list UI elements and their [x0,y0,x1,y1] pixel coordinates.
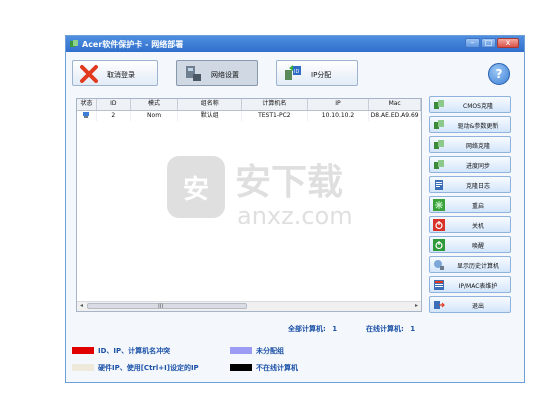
shutdown-label: 关机 [471,223,484,230]
show-history-label: 显示历史计算机 [456,263,499,270]
progress-sync-button[interactable]: 进度同步 [429,156,511,173]
clone-icon [434,120,444,129]
table-row[interactable]: 2 Nom 默认组 TEST1-PC2 10.10.10.2 D8.AE.ED.… [77,111,421,121]
row-status-cell [77,111,97,121]
cancel-login-button[interactable]: 取消登录 [72,60,158,86]
col-status[interactable]: 状态 [77,99,97,110]
cmos-clone-button[interactable]: CMOS克隆 [429,96,511,113]
total-computers-label: 全部计算机: [288,325,326,333]
offline-swatch [230,364,252,371]
online-computers-value: 1 [410,325,416,333]
row-ip-cell: 10.10.10.2 [308,111,370,121]
network-settings-label: 网络设置 [211,71,239,79]
wake-power-icon [433,239,445,251]
history-computer-icon [434,260,444,270]
table-maintenance-icon [434,280,444,290]
horizontal-scrollbar[interactable]: ◂ III ▸ [77,301,421,311]
exit-button[interactable]: 退出 [429,296,511,313]
network-clone-button[interactable]: 网络克隆 [429,136,511,153]
cancel-login-label: 取消登录 [107,71,135,79]
col-ip[interactable]: IP [308,99,370,110]
total-computers-value: 1 [332,325,338,333]
col-mac[interactable]: Mac [369,99,421,110]
clone-log-button[interactable]: 克隆日志 [429,176,511,193]
window-title: Acer软件保护卡 - 网络部署 [82,40,184,49]
row-mode-cell: Nom [131,111,179,121]
legend-offline: 不在线计算机 [230,363,350,373]
help-icon[interactable]: ? [488,63,510,85]
row-mac-cell: D8.AE.ED.A9.69 [369,111,421,121]
col-computer-name[interactable]: 计算机名 [242,99,308,110]
online-computers-label: 在线计算机: [366,325,404,333]
driver-update-label: 驱动&参数更新 [457,123,499,130]
ip-assign-label: IP分配 [311,71,332,79]
unassigned-swatch [230,347,252,354]
red-x-icon [80,65,98,83]
title-bar[interactable]: Acer软件保护卡 - 网络部署 – □ x [66,36,524,52]
minimize-button[interactable]: – [465,38,480,48]
cmos-clone-label: CMOS克隆 [463,103,493,110]
clone-icon [434,140,444,149]
restart-button[interactable]: 重启 [429,196,511,213]
svg-text:安: 安 [183,175,209,205]
show-history-button[interactable]: 显示历史计算机 [429,256,511,273]
col-group[interactable]: 组名称 [178,99,243,110]
power-icon [433,219,445,231]
maximize-button[interactable]: □ [481,38,496,48]
conflict-label: ID、IP、计算机名冲突 [98,347,171,355]
offline-label: 不在线计算机 [256,364,298,372]
log-icon [435,180,443,190]
restart-label: 重启 [471,203,484,210]
ip-mac-table-label: IP/MAC表维护 [458,283,498,290]
hardware-ip-swatch [72,364,94,371]
exit-label: 退出 [471,303,484,310]
table-header: 状态 ID 模式 组名称 计算机名 IP Mac [77,99,421,111]
conflict-swatch [72,347,94,354]
scrollbar-thumb[interactable]: III [87,303,247,310]
clone-icon [434,100,444,109]
scroll-left-arrow-icon[interactable]: ◂ [77,302,86,310]
watermark-subtext: anxz.com [237,202,353,230]
driver-update-button[interactable]: 驱动&参数更新 [429,116,511,133]
exit-icon [434,301,445,309]
shutdown-button[interactable]: 关机 [429,216,511,233]
wake-button[interactable]: 唤醒 [429,236,511,253]
col-mode[interactable]: 模式 [131,99,179,110]
restart-icon [433,199,445,211]
network-settings-button[interactable]: 网络设置 [176,60,258,86]
online-computers-stat: 在线计算机: 1 [366,324,415,334]
legend-unassigned: 未分配组 [230,346,350,356]
close-button[interactable]: x [497,38,519,48]
wake-label: 唤醒 [471,243,484,250]
row-name-cell: TEST1-PC2 [242,111,308,121]
watermark-text: 安下载 [235,162,343,203]
col-id[interactable]: ID [97,99,131,110]
total-computers-stat: 全部计算机: 1 [288,324,337,334]
network-clone-label: 网络克隆 [465,143,490,150]
toolbar: 取消登录 网络设置 ID IP分配 ? [66,52,524,98]
network-computer-icon [186,66,201,81]
ip-assign-icon: ID [285,65,301,80]
row-id-cell: 2 [97,111,131,121]
row-group-cell: 默认组 [178,111,243,121]
svg-text:ID: ID [294,69,299,75]
ip-assign-button[interactable]: ID IP分配 [276,60,358,86]
progress-sync-label: 进度同步 [465,163,490,170]
scroll-right-arrow-icon[interactable]: ▸ [412,302,421,310]
clone-log-label: 克隆日志 [465,183,490,190]
app-icon [70,40,78,47]
computer-status-icon [83,112,90,118]
watermark: 安 安下载 anxz.com [167,156,353,230]
ip-mac-table-button[interactable]: IP/MAC表维护 [429,276,511,293]
hardware-ip-label: 硬件IP、使用[Ctrl+I]设定的IP [98,364,199,372]
unassigned-label: 未分配组 [256,347,284,355]
window-controls: – □ x [464,38,519,49]
sync-icon [434,160,444,169]
